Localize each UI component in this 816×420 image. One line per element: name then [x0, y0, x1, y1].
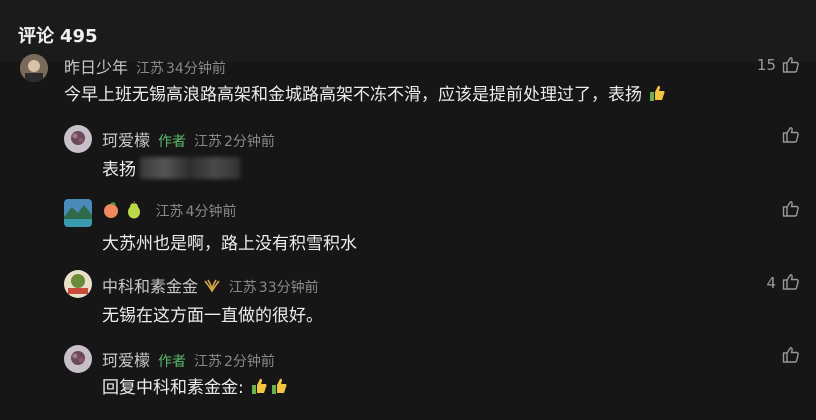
comment-time: 4分钟前 [185, 204, 237, 220]
thumbs-up-icon [249, 376, 269, 396]
thumbs-up-icon [647, 83, 667, 103]
comment-text: 无锡在这方面一直做的很好。 [102, 306, 323, 326]
author-badge: 作者 [158, 134, 187, 150]
reply-item: 中科和素金金 江苏 33分钟前 无锡在这方面一直做的很好。 4 [0, 268, 816, 338]
author-badge: 作者 [158, 354, 187, 370]
comments-title: 评论 495 [18, 22, 98, 48]
avatar[interactable] [64, 345, 92, 373]
comments-count: 495 [60, 26, 98, 47]
comment-meta: 珂爱檬 作者 江苏 2分钟前 [102, 347, 275, 371]
commenter-name[interactable]: 中科和素金金 [102, 277, 198, 296]
like-icon[interactable] [782, 126, 800, 144]
commenter-name[interactable]: 昨日少年 [64, 58, 128, 77]
comment-item: 昨日少年 江苏 34分钟前 今早上班无锡高浪路高架和金城路高架不冻不滑，应该是提前处… [0, 48, 816, 118]
comment-text: 表扬 [102, 155, 240, 180]
like-icon[interactable] [782, 56, 800, 74]
redacted-blur [140, 157, 240, 179]
comment-location: 江苏 [194, 134, 223, 150]
comment-meta: 江苏 4分钟前 [102, 201, 236, 221]
commenter-name[interactable]: 珂爱檬 [102, 131, 150, 150]
like-count: 4 [766, 274, 776, 292]
pear-icon [125, 201, 143, 219]
avatar[interactable] [64, 125, 92, 153]
like-icon[interactable] [782, 346, 800, 364]
comment-time: 34分钟前 [166, 61, 226, 77]
comment-location: 江苏 [228, 280, 257, 296]
comment-location: 江苏 [194, 354, 223, 370]
comments-title-label: 评论 [18, 26, 54, 47]
comment-text: 大苏州也是啊，路上没有积雪积水 [102, 234, 357, 254]
level-badge-icon [203, 277, 221, 295]
comment-meta: 中科和素金金 江苏 33分钟前 [102, 273, 319, 297]
comment-location: 江苏 [136, 61, 165, 77]
comment-text: 今早上班无锡高浪路高架和金城路高架不冻不滑，应该是提前处理过了，表扬 [64, 80, 667, 105]
comment-time: 2分钟前 [224, 134, 275, 150]
comment-text-content: 表扬 [102, 160, 136, 180]
like-count: 15 [756, 56, 776, 74]
reply-item: 珂爱檬 作者 江苏 2分钟前 表扬 [0, 122, 816, 192]
reply-prefix: 回复 [102, 378, 136, 398]
comment-text: 回复中科和素金金: [102, 373, 289, 398]
avatar[interactable] [64, 199, 92, 227]
like-icon[interactable] [782, 200, 800, 218]
commenter-name[interactable]: 珂爱檬 [102, 351, 150, 370]
comment-location: 江苏 [155, 204, 184, 220]
reply-item: 江苏 4分钟前 大苏州也是啊，路上没有积雪积水 [0, 196, 816, 266]
avatar[interactable] [20, 54, 48, 82]
avatar[interactable] [64, 270, 92, 298]
comment-text-content: 今早上班无锡高浪路高架和金城路高架不冻不滑，应该是提前处理过了，表扬 [64, 85, 642, 105]
comment-time: 2分钟前 [224, 354, 275, 370]
reply-to-name[interactable]: 中科和素金金: [136, 378, 244, 398]
comment-meta: 昨日少年 江苏 34分钟前 [64, 54, 226, 78]
like-icon[interactable] [782, 273, 800, 291]
reply-item: 珂爱檬 作者 江苏 2分钟前 回复中科和素金金: [0, 342, 816, 412]
thumbs-up-icon [269, 376, 289, 396]
comment-time: 33分钟前 [258, 280, 319, 296]
peach-icon [102, 201, 120, 219]
comment-meta: 珂爱檬 作者 江苏 2分钟前 [102, 127, 275, 151]
